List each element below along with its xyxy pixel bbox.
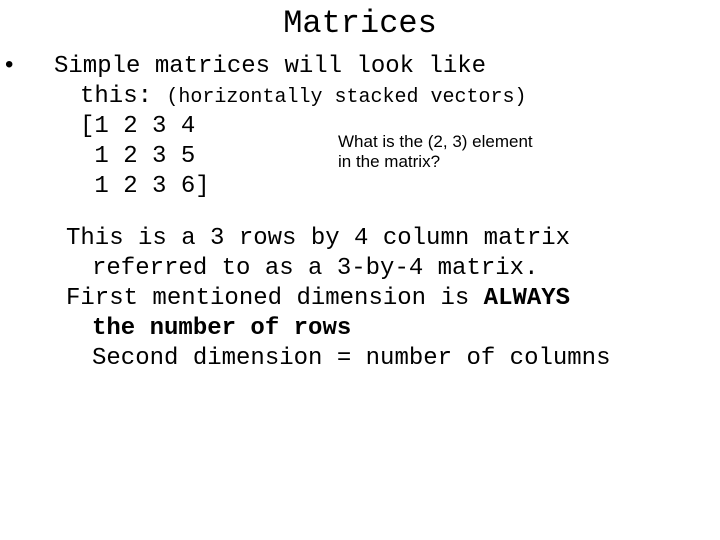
desc-line-3-plain: First mentioned dimension is — [66, 285, 484, 312]
bullet-text-line1: Simple matrices will look like — [54, 53, 486, 80]
slide-title: Matrices — [0, 0, 720, 52]
slide-body: •Simple matrices will look like this: (h… — [0, 52, 720, 374]
desc-line-1: This is a 3 rows by 4 column matrix — [66, 224, 710, 254]
bullet-text-line2-wrap: this: (horizontally stacked vectors) — [34, 82, 710, 112]
matrix-row-3: 1 2 3 6] — [80, 172, 710, 202]
desc-line-4: the number of rows — [66, 314, 710, 344]
bullet-subnote: (horizontally stacked vectors) — [166, 86, 526, 109]
desc-line-4-bold: the number of rows — [92, 315, 351, 342]
desc-line-5: Second dimension = number of columns — [66, 344, 710, 374]
callout-question: What is the (2, 3) element in the matrix… — [338, 132, 598, 171]
bullet-item: •Simple matrices will look like — [28, 52, 710, 82]
callout-line-1: What is the (2, 3) element — [338, 132, 598, 152]
description: This is a 3 rows by 4 column matrix refe… — [66, 224, 710, 374]
desc-line-2: referred to as a 3-by-4 matrix. — [66, 254, 710, 284]
callout-line-2: in the matrix? — [338, 152, 598, 172]
bullet-glyph: • — [28, 52, 54, 82]
bullet-text-line2: this: — [80, 83, 152, 110]
desc-line-3: First mentioned dimension is ALWAYS — [66, 284, 710, 314]
desc-line-3-bold: ALWAYS — [484, 285, 570, 312]
